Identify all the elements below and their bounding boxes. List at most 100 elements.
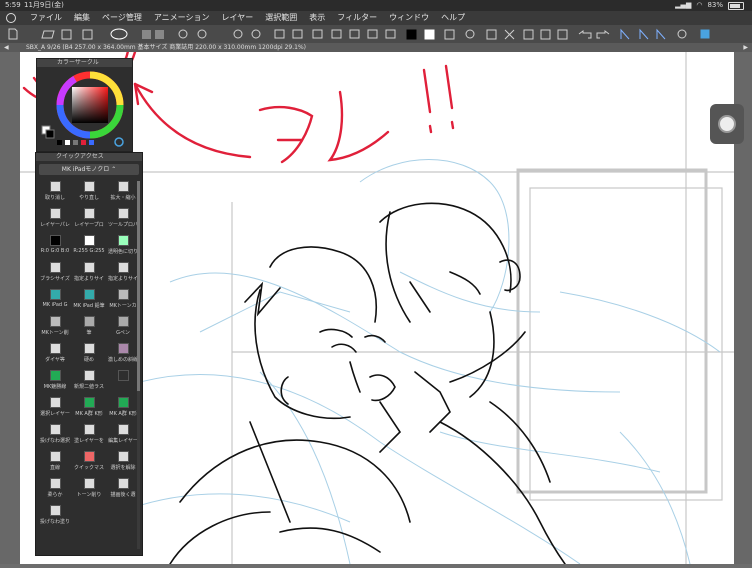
quick-access-item[interactable]: MK iPad G (38, 286, 72, 313)
rotate-left-icon[interactable] (178, 29, 188, 39)
quick-access-item[interactable]: レイヤープロ (72, 205, 106, 232)
canvas-icon[interactable] (142, 30, 151, 39)
quick-access-item[interactable]: 選択レイヤー (38, 394, 72, 421)
quick-access-item[interactable]: 直線 (38, 448, 72, 475)
menu-item[interactable]: ページ管理 (102, 11, 142, 25)
special-ruler-icon[interactable] (656, 28, 666, 40)
export-icon[interactable] (82, 29, 93, 40)
document-tab-title[interactable]: SBX_A 9/26 (B4 257.00 x 364.00mm 基本サイズ 商… (26, 43, 306, 52)
snap-icon[interactable] (331, 29, 342, 39)
settings-icon[interactable] (465, 29, 475, 39)
scroll-thumb[interactable] (137, 181, 140, 391)
menu-item[interactable]: 選択範囲 (265, 11, 297, 25)
layout-icon[interactable] (61, 29, 72, 40)
quick-access-item[interactable]: やり直し (72, 178, 106, 205)
menu-item[interactable]: アニメーション (154, 11, 210, 25)
quick-access-item[interactable]: ブラシサイズ (38, 259, 72, 286)
quick-access-item[interactable]: トーン削り (72, 475, 106, 502)
ruler-snap-icon[interactable] (639, 28, 649, 40)
right-tab-marker[interactable]: ▶ (743, 43, 748, 52)
flip-icon[interactable] (312, 29, 323, 39)
menu-item[interactable]: ウィンドウ (389, 11, 429, 25)
quick-access-item[interactable]: ツールプロパ (106, 205, 140, 232)
pen-pressure-icon[interactable] (620, 28, 630, 40)
quick-access-item[interactable]: 指定よりサイ (106, 259, 140, 286)
quick-access-item[interactable]: 指定よりサイ (72, 259, 106, 286)
window-icon[interactable] (700, 29, 710, 39)
quick-access-item[interactable]: MKトーンカ (106, 286, 140, 313)
quick-access-item[interactable]: 取り消し (38, 178, 72, 205)
quick-access-item[interactable]: 描画後く選 (106, 475, 140, 502)
deselect-toolbar-icon[interactable] (504, 29, 515, 40)
ruler-icon[interactable] (349, 29, 360, 39)
fill-icon[interactable] (557, 29, 568, 40)
undo-toolbar-icon[interactable] (578, 30, 592, 39)
black-color-icon[interactable] (406, 29, 417, 40)
status-right: ▂▄▆ ◠ 83% (675, 0, 744, 11)
quick-access-item[interactable]: クイックマス (72, 448, 106, 475)
quick-access-item[interactable]: 新規二値ラス (72, 367, 106, 394)
quick-access-item[interactable]: 硬め (72, 340, 106, 367)
fit-icon[interactable] (274, 29, 285, 39)
rotate-right-icon[interactable] (197, 29, 207, 39)
clip-studio-logo-icon[interactable] (6, 13, 16, 23)
quick-access-item[interactable]: MK iPad 鉛筆 (72, 286, 106, 313)
left-tab-marker[interactable]: ◀ (4, 43, 9, 52)
quick-access-item[interactable]: 拡大・縮小 (106, 178, 140, 205)
menu-item[interactable]: レイヤー (222, 11, 254, 25)
quick-access-item[interactable]: 激しめの斜線 (106, 340, 140, 367)
grid-icon[interactable] (367, 29, 378, 39)
quick-access-item[interactable]: Gペン (106, 313, 140, 340)
selection-icon[interactable] (444, 29, 455, 40)
zoom-in-icon[interactable] (233, 29, 243, 39)
quick-access-set-select[interactable]: MK iPadモノクロ ⌃ (39, 164, 139, 175)
quick-access-item[interactable]: レイヤーパレ (38, 205, 72, 232)
new-file-icon[interactable] (8, 28, 18, 40)
redo-toolbar-icon[interactable] (596, 30, 610, 39)
menu-item[interactable]: 表示 (309, 11, 325, 25)
quick-access-item-label: 取り消し (44, 195, 65, 201)
quick-access-scrollbar[interactable] (137, 181, 140, 549)
blue-underdrawing (119, 159, 721, 565)
quick-access-item[interactable]: 柔らか (38, 475, 72, 502)
quick-access-item[interactable]: MK魅勝線 (38, 367, 72, 394)
blank-icon (118, 370, 129, 381)
open-file-icon[interactable] (41, 30, 55, 39)
quick-access-item[interactable]: MKトーン削 (38, 313, 72, 340)
menu-item[interactable]: フィルター (337, 11, 377, 25)
quick-access-item[interactable]: R:255 G:255 (72, 232, 106, 259)
color-wheel[interactable] (37, 67, 132, 151)
zoom-out-icon[interactable] (251, 29, 261, 39)
guide-icon[interactable] (385, 29, 396, 39)
quick-access-item-label: 編集レイヤー (108, 438, 138, 444)
info-icon[interactable] (677, 29, 687, 39)
quick-access-item[interactable]: ダイヤ等 (38, 340, 72, 367)
quick-access-item[interactable]: MK A群 K形 (106, 394, 140, 421)
quick-access-item[interactable]: 透明色に切り (106, 232, 140, 259)
quick-access-item[interactable]: 選択を解除 (106, 448, 140, 475)
menu-item[interactable]: ファイル (30, 11, 62, 25)
quick-access-item[interactable]: 塗レイヤーを (72, 421, 106, 448)
select-all-icon[interactable] (486, 29, 497, 40)
white-color-icon[interactable] (424, 29, 435, 40)
quick-access-item[interactable]: 投げなわ選択 (38, 421, 72, 448)
quick-access-item-label: R:255 G:255 (73, 248, 105, 254)
sub-color-swatch[interactable] (45, 129, 55, 139)
menu-item[interactable]: 編集 (74, 11, 90, 25)
quick-access-item[interactable]: 筆 (72, 313, 106, 340)
document-tab-bar: ◀ SBX_A 9/26 (B4 257.00 x 364.00mm 基本サイズ… (0, 43, 752, 52)
quick-access-item[interactable]: MK A群 K形 (72, 394, 106, 421)
redraw-icon[interactable] (110, 28, 128, 40)
quick-access-item[interactable]: R:0 G:0 B:0 (38, 232, 72, 259)
hatch-icon (118, 343, 129, 354)
floating-edge-button[interactable] (710, 104, 744, 144)
menu-item[interactable]: ヘルプ (441, 11, 465, 25)
quick-access-item[interactable]: 編集レイヤー (106, 421, 140, 448)
quick-access-item-label: トーン削り (76, 492, 102, 498)
quick-access-item[interactable]: 投げなわ塗り (38, 502, 72, 529)
canvas-icon-2[interactable] (155, 30, 164, 39)
actual-size-icon[interactable] (292, 29, 303, 39)
clear-icon[interactable] (540, 29, 551, 40)
color-mode-icon[interactable] (114, 137, 124, 147)
invert-icon[interactable] (523, 29, 534, 40)
